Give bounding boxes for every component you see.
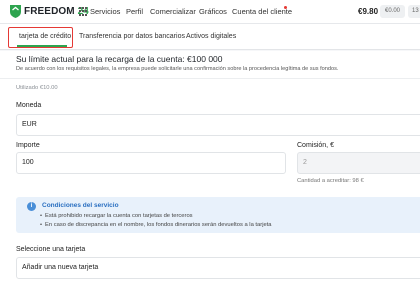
nav-cuenta-del-cliente[interactable]: Cuenta del cliente (232, 7, 292, 16)
used-amount: Utilizado €10.00 (16, 85, 58, 91)
service-conditions-box: i Condiciones del servicio Está prohibid… (16, 197, 420, 233)
credited-amount-hint: Cantidad a acreditar: 98 € (297, 178, 364, 184)
top-bar: FREEDOM 24 Servicios Perfil Comercializa… (0, 0, 420, 24)
notification-dot (284, 6, 287, 9)
commission-label: Comisión, € (297, 142, 334, 149)
shield-logo-icon[interactable] (9, 4, 22, 19)
tab-activos-digitales[interactable]: Activos digitales (186, 33, 236, 40)
conditions-title: Condiciones del servicio (42, 202, 119, 209)
card-select[interactable]: Añadir una nueva tarjeta (16, 257, 420, 279)
divider (0, 78, 420, 79)
condition-item: En caso de discrepancia en el nombre, lo… (40, 222, 272, 228)
apps-grid-icon[interactable] (79, 7, 88, 16)
limit-note: De acuerdo con los requisitos legales, l… (16, 66, 339, 72)
nav-perfil[interactable]: Perfil (126, 7, 143, 16)
extra-pill[interactable]: 13 (408, 5, 420, 18)
tab-transferencia-bancaria[interactable]: Transferencia por datos bancarios (79, 33, 185, 40)
card-label: Seleccione una tarjeta (16, 246, 86, 253)
limit-title: Su límite actual para la recarga de la c… (16, 54, 223, 64)
nav-servicios[interactable]: Servicios (90, 7, 120, 16)
condition-item: Está prohibido recargar la cuenta con ta… (40, 213, 193, 219)
currency-select[interactable]: EUR (16, 114, 420, 136)
nav-comercializar[interactable]: Comercializar (150, 7, 196, 16)
commission-field: 2 (297, 152, 420, 174)
deposit-form: Su límite actual para la recarga de la c… (0, 51, 420, 285)
payment-method-tabs: tarjeta de crédito Transferencia por dat… (0, 24, 420, 50)
active-tab-underline (17, 45, 67, 47)
balance-pill[interactable]: €0.00 (380, 5, 406, 18)
currency-label: Moneda (16, 102, 42, 109)
nav-graficos[interactable]: Gráficos (199, 7, 227, 16)
account-balance: €9.80 (358, 7, 379, 16)
amount-label: Importe (16, 142, 40, 149)
tab-tarjeta-de-credito[interactable]: tarjeta de crédito (19, 33, 71, 40)
info-icon: i (27, 202, 36, 211)
amount-input[interactable]: 100 (16, 152, 286, 174)
